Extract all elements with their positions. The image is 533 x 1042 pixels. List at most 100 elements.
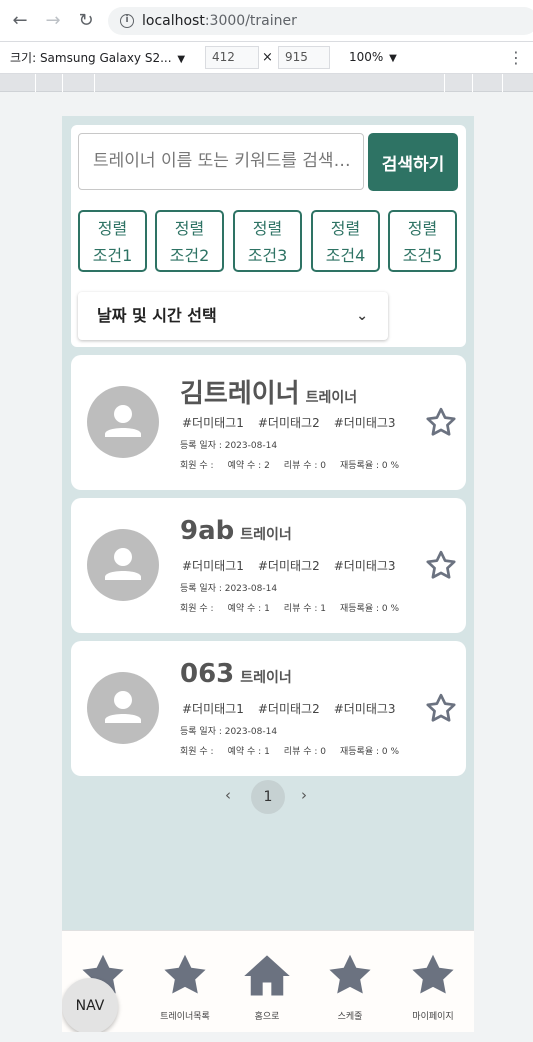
tag: #더미태그3 <box>333 416 396 430</box>
review-count: 리뷰 수 : 0 <box>283 747 326 757</box>
tag: #더미태그3 <box>333 702 396 716</box>
sort-button-2[interactable]: 정렬 조건2 <box>155 210 224 272</box>
back-button[interactable]: ← <box>7 8 33 34</box>
search-button[interactable]: 검색하기 <box>368 133 458 191</box>
member-count: 회원 수 : <box>180 747 214 757</box>
sort-button-1[interactable]: 정렬 조건1 <box>78 210 147 272</box>
nav-item-label: 스케줄 <box>337 1012 363 1022</box>
pagination: ‹ 1 › <box>62 780 474 814</box>
device-select[interactable]: 크기: Samsung Galaxy S2... ▼ <box>10 49 185 66</box>
nav-item-label: 홈으로 <box>254 1012 280 1022</box>
nav-item-label: 마이페이지 <box>412 1012 454 1022</box>
trainer-tags: #더미태그1 #더미태그2 #더미태그3 <box>182 414 410 431</box>
search-input[interactable]: 트레이너 이름 또는 키워드를 검색해보세요 <box>78 133 364 190</box>
caret-down-icon: ▼ <box>177 54 186 65</box>
sort-options: 정렬 조건1 정렬 조건2 정렬 조건3 정렬 조건4 정렬 조건5 <box>78 210 458 272</box>
prev-page-button[interactable]: ‹ <box>225 786 231 804</box>
avatar <box>87 672 159 744</box>
rebook-rate: 재등록율 : 0 % <box>339 747 399 757</box>
sort-button-label: 정렬 <box>330 219 361 238</box>
trainer-role: 트레이너 <box>240 670 292 686</box>
sort-button-label: 조건4 <box>325 246 366 265</box>
trainer-name: 9ab 트레이너 <box>180 516 292 546</box>
tag: #더미태그1 <box>182 416 244 430</box>
registration-date: 등록 일자 : 2023-08-14 <box>180 727 278 737</box>
sort-button-label: 정렬 <box>174 219 205 238</box>
sort-button-3[interactable]: 정렬 조건3 <box>233 210 302 272</box>
sort-button-label: 조건1 <box>92 246 133 265</box>
star-icon <box>329 954 371 994</box>
times-glyph: × <box>262 50 273 65</box>
trainer-card[interactable]: 김트레이너 트레이너 #더미태그1 #더미태그2 #더미태그3 등록 일자 : 202… <box>71 355 466 490</box>
trainer-role: 트레이너 <box>305 390 358 406</box>
favorite-star-icon[interactable] <box>423 691 459 727</box>
trainer-stats: 회원 수 : 예약 수 : 1 리뷰 수 : 1 재등록율 : 0 % <box>180 601 413 614</box>
avatar <box>87 386 159 458</box>
tag: #더미태그1 <box>182 559 244 573</box>
nav-item-mypage[interactable]: 마이페이지 <box>392 931 474 1032</box>
trainer-stats: 회원 수 : 예약 수 : 2 리뷰 수 : 0 재등록율 : 0 % <box>180 458 413 471</box>
device-toolbar: 크기: Samsung Galaxy S2... ▼ 412 × 915 100… <box>0 42 533 74</box>
trainer-role: 트레이너 <box>240 527 292 543</box>
nav-item-trainer-list[interactable]: 트레이너목록 <box>144 931 226 1032</box>
forward-button[interactable]: → <box>40 8 66 34</box>
trainer-card[interactable]: 9ab 트레이너 #더미태그1 #더미태그2 #더미태그3 등록 일자 : 2023-… <box>71 498 466 633</box>
zoom-select[interactable]: 100% ▼ <box>349 50 397 64</box>
nav-item-label: 트레이너목록 <box>160 1012 210 1022</box>
caret-down-icon: ▼ <box>389 53 397 64</box>
address-bar[interactable]: i localhost:3000/trainer <box>108 7 533 35</box>
search-panel: 트레이너 이름 또는 키워드를 검색해보세요 검색하기 정렬 조건1 정렬 조건… <box>71 125 466 347</box>
nav-item-schedule[interactable]: 스케줄 <box>309 931 391 1032</box>
bottom-navigation: … 트레이너목록 홈으로 스케줄 마이페이지 <box>62 930 474 1032</box>
width-field[interactable]: 412 <box>205 46 259 69</box>
tag: #더미태그2 <box>257 559 320 573</box>
trainer-tags: #더미태그1 #더미태그2 #더미태그3 <box>182 700 410 717</box>
tag: #더미태그3 <box>333 559 396 573</box>
sort-button-4[interactable]: 정렬 조건4 <box>311 210 380 272</box>
date-time-select-label: 날짜 및 시간 선택 <box>97 306 217 325</box>
page-button-current[interactable]: 1 <box>251 780 285 814</box>
trainer-stats: 회원 수 : 예약 수 : 1 리뷰 수 : 0 재등록율 : 0 % <box>180 744 413 757</box>
person-icon <box>105 691 141 723</box>
next-page-button[interactable]: › <box>301 786 307 804</box>
more-options-icon[interactable]: ⋮ <box>508 48 524 67</box>
trainer-card[interactable]: 063 트레이너 #더미태그1 #더미태그2 #더미태그3 등록 일자 : 2023-… <box>71 641 466 776</box>
sort-button-label: 조건2 <box>169 246 210 265</box>
favorite-star-icon[interactable] <box>423 548 459 584</box>
reservation-count: 예약 수 : 1 <box>227 604 270 614</box>
url-host: localhost <box>142 13 205 29</box>
member-count: 회원 수 : <box>180 604 214 614</box>
trainer-name: 063 트레이너 <box>180 659 292 689</box>
trainer-tags: #더미태그1 #더미태그2 #더미태그3 <box>182 557 410 574</box>
rebook-rate: 재등록율 : 0 % <box>339 604 399 614</box>
reservation-count: 예약 수 : 2 <box>227 461 270 471</box>
rebook-rate: 재등록율 : 0 % <box>339 461 399 471</box>
sort-button-5[interactable]: 정렬 조건5 <box>388 210 457 272</box>
sort-button-label: 정렬 <box>252 219 283 238</box>
tag: #더미태그2 <box>257 702 320 716</box>
nav-fab-button[interactable]: NAV <box>62 978 118 1032</box>
info-icon[interactable]: i <box>120 14 134 28</box>
tag: #더미태그1 <box>182 702 244 716</box>
sort-button-label: 조건5 <box>402 246 443 265</box>
person-icon <box>105 405 141 437</box>
chevron-down-icon: ⌄ <box>356 308 368 324</box>
date-time-select[interactable]: 날짜 및 시간 선택 ⌄ <box>78 292 388 340</box>
member-count: 회원 수 : <box>180 461 214 471</box>
media-query-ruler <box>0 74 533 92</box>
url-path: :3000/trainer <box>204 13 297 29</box>
review-count: 리뷰 수 : 1 <box>283 604 326 614</box>
tag: #더미태그2 <box>257 416 320 430</box>
reservation-count: 예약 수 : 1 <box>227 747 270 757</box>
sort-button-label: 정렬 <box>407 219 438 238</box>
registration-date: 등록 일자 : 2023-08-14 <box>180 441 278 451</box>
nav-item-home[interactable]: 홈으로 <box>226 931 308 1032</box>
trainer-name: 김트레이너 트레이너 <box>180 379 358 409</box>
favorite-star-icon[interactable] <box>423 405 459 441</box>
avatar <box>87 529 159 601</box>
person-icon <box>105 548 141 580</box>
star-icon <box>412 954 454 994</box>
browser-toolbar: ← → ↻ i localhost:3000/trainer <box>0 0 533 42</box>
height-field[interactable]: 915 <box>278 46 330 69</box>
reload-button[interactable]: ↻ <box>73 8 99 34</box>
